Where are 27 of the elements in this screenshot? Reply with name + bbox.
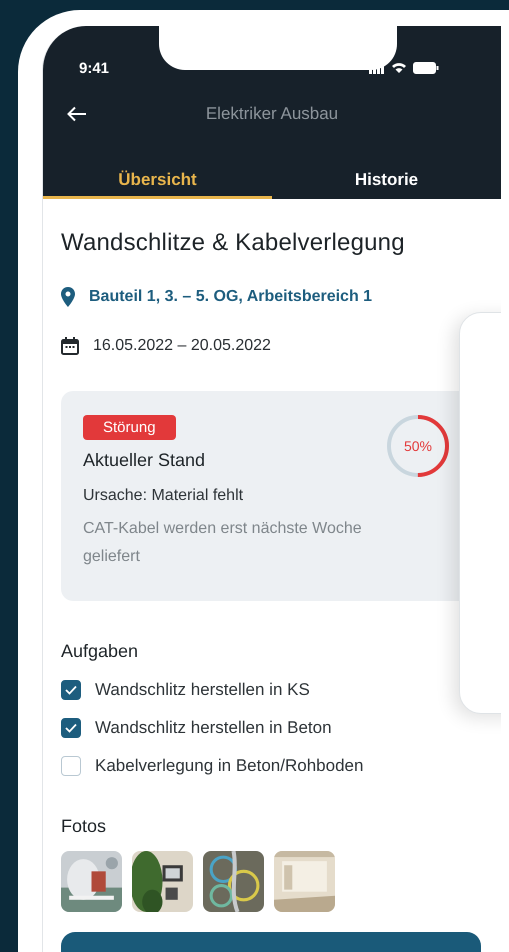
check-icon [65, 723, 77, 733]
date-range: 16.05.2022 – 20.05.2022 [93, 337, 271, 355]
checkbox[interactable] [61, 680, 81, 700]
cause-text: Ursache: Material fehlt [83, 487, 244, 505]
task-label: Wandschlitz herstellen in KS [95, 680, 310, 700]
header-title: Elektriker Ausbau [204, 104, 340, 124]
back-arrow-icon[interactable] [67, 106, 87, 122]
checkbox[interactable] [61, 718, 81, 738]
progress-reading: 50% [404, 438, 432, 454]
calendar-icon [61, 337, 79, 355]
section-title: Fotos [61, 816, 108, 837]
section-title: Aufgaben [61, 641, 140, 662]
battery-icon [413, 62, 439, 74]
task-label: Kabelverlegung in Beton/Rohboden [95, 756, 364, 776]
location-text: Bauteil 1, 3. – 5. OG, Arbeitsbereich 1 [89, 288, 372, 306]
status-time: 9:41 [79, 60, 110, 76]
task-label: Wandschlitz herstellen in Beton [95, 718, 332, 738]
task-title: Wandschlitze & Kabelverlegung [61, 229, 406, 257]
note-text: CAT-Kabel werden erst nächste Woche geliefert [83, 519, 363, 567]
checkbox[interactable] [61, 756, 81, 776]
wifi-icon [391, 62, 407, 74]
tab[interactable]: Historie [272, 162, 501, 199]
card-heading: Aktueller Stand [83, 450, 206, 471]
status-badge: Störung [83, 415, 176, 440]
location-pin-icon [61, 287, 75, 307]
check-icon [65, 685, 77, 695]
tab[interactable]: Übersicht [43, 162, 272, 199]
